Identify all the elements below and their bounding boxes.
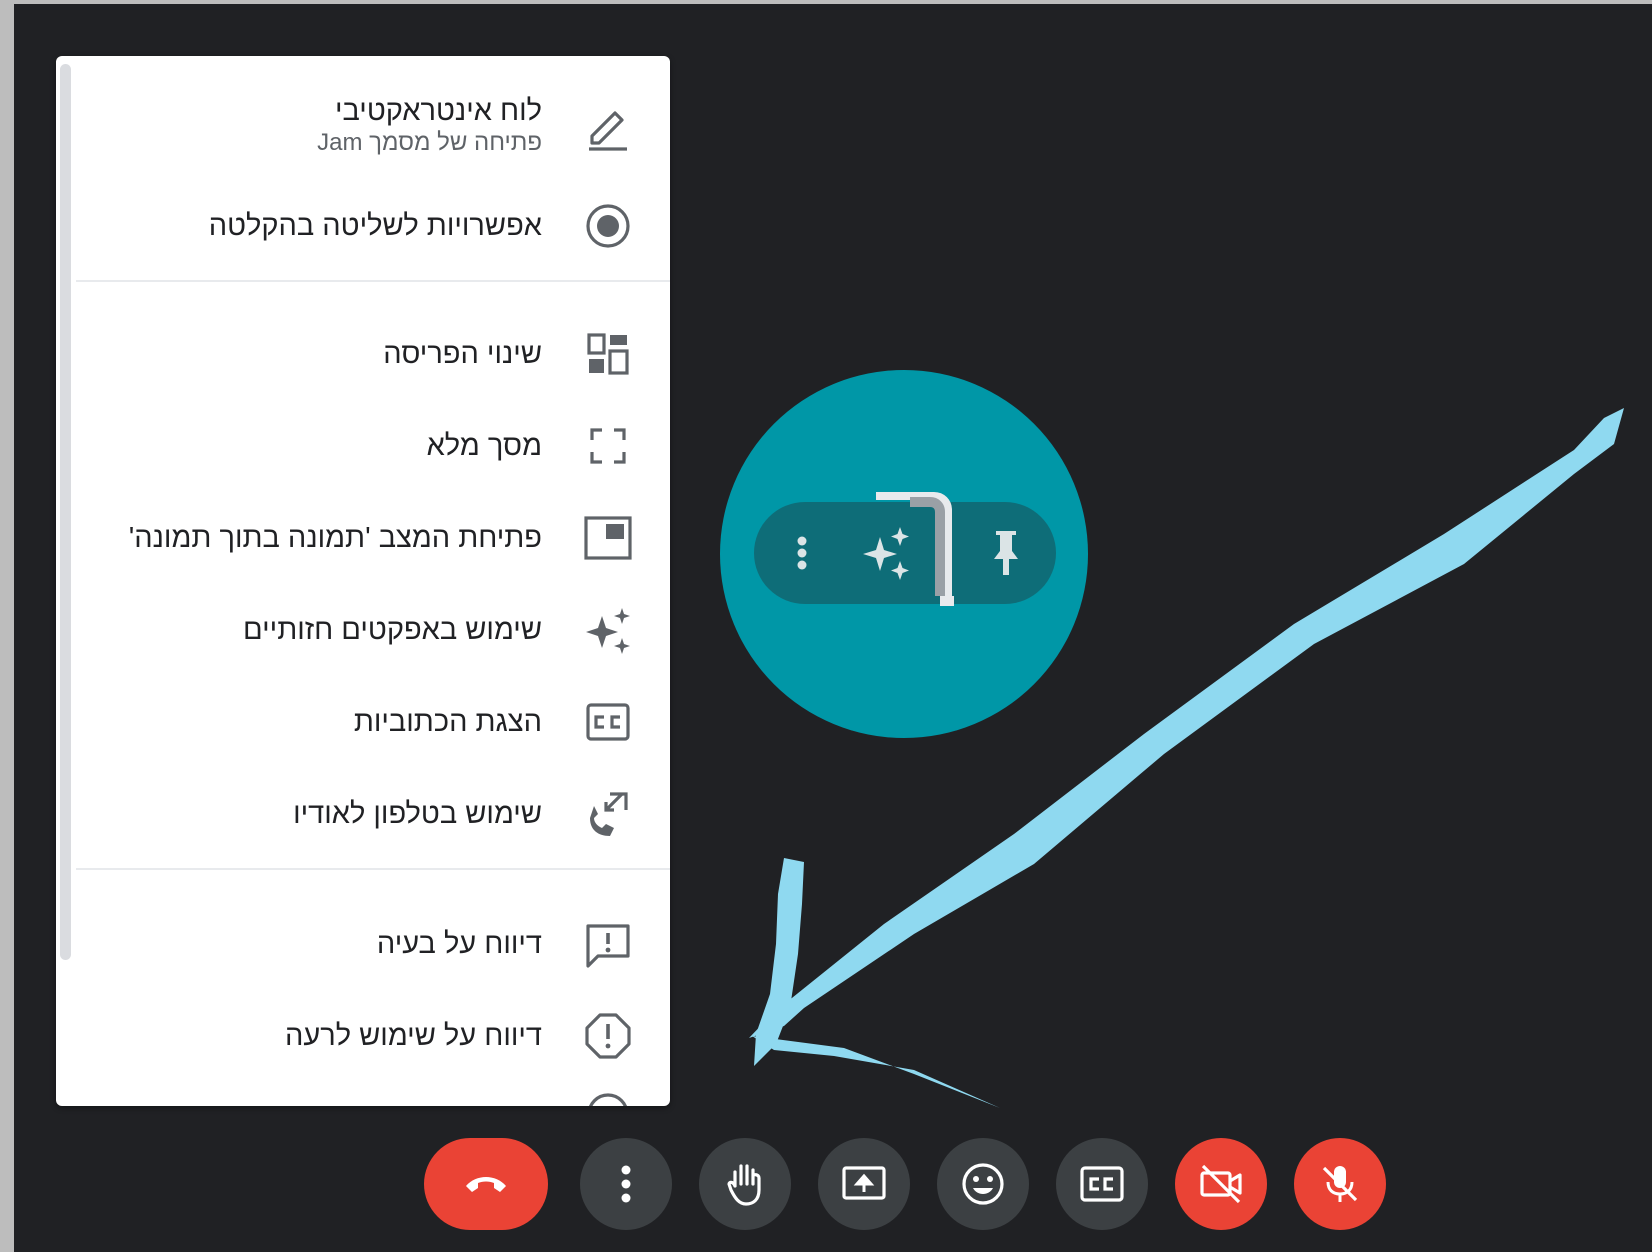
present-screen-button[interactable] (818, 1138, 910, 1230)
menu-item-report-abuse[interactable]: דיווח על שימוש לרעה (56, 990, 670, 1082)
pin-icon (994, 531, 1018, 575)
menu-item-visual-effects[interactable]: שימוש באפקטים חזותיים (56, 584, 670, 676)
more-options-menu: לוח אינטראקטיבי פתיחה של מסמך Jam אפשרוי… (56, 56, 670, 1106)
menu-item-phone-audio[interactable]: שימוש בטלפון לאודיו (56, 768, 670, 860)
call-end-icon (466, 1177, 506, 1192)
fullscreen-icon (582, 420, 634, 472)
closed-captions-icon (582, 696, 634, 748)
menu-item-label: פתיחת המצב 'תמונה בתוך תמונה' (128, 522, 542, 554)
menu-item-label: מסך מלא (426, 430, 542, 462)
menu-item-label: אפשרויות לשליטה בהקלטה (208, 210, 542, 242)
menu-item-picture-in-picture[interactable]: פתיחת המצב 'תמונה בתוך תמונה' (56, 492, 670, 584)
camera-toggle-button[interactable] (1175, 1138, 1267, 1230)
menu-item-whiteboard[interactable]: לוח אינטראקטיבי פתיחה של מסמך Jam (56, 74, 670, 178)
menu-item-report-problem[interactable]: דיווח על בעיה (56, 898, 670, 990)
participant-pin-button[interactable] (972, 519, 1040, 587)
cursor-overlay-icon (876, 492, 954, 606)
closed-captions-icon (1080, 1166, 1124, 1202)
participant-more-button[interactable] (768, 519, 836, 587)
sparkle-icon (582, 604, 634, 656)
more-vert-icon (621, 1165, 631, 1203)
menu-item-fullscreen[interactable]: מסך מלא (56, 400, 670, 492)
present-screen-icon (842, 1166, 886, 1200)
menu-item-label: הצגת הכתוביות (353, 706, 542, 738)
menu-item-partial-icon (582, 1088, 634, 1106)
menu-item-layout[interactable]: שינוי הפריסה (56, 308, 670, 400)
menu-item-label: שימוש באפקטים חזותיים (243, 614, 542, 646)
more-vert-icon (797, 536, 807, 570)
raise-hand-button[interactable] (699, 1138, 791, 1230)
pencil-icon (582, 100, 634, 152)
feedback-icon (582, 918, 634, 970)
reactions-button[interactable] (937, 1138, 1029, 1230)
picture-in-picture-icon (582, 512, 634, 564)
menu-item-captions[interactable]: הצגת הכתוביות (56, 676, 670, 768)
emoji-icon (962, 1163, 1004, 1205)
captions-button[interactable] (1056, 1138, 1148, 1230)
record-icon (582, 200, 634, 252)
menu-divider (76, 280, 670, 282)
more-options-button[interactable] (580, 1138, 672, 1230)
microphone-toggle-button[interactable] (1294, 1138, 1386, 1230)
menu-divider (76, 868, 670, 870)
menu-item-label: שינוי הפריסה (383, 338, 542, 370)
menu-item-label: דיווח על בעיה (376, 928, 542, 960)
menu-item-label: דיווח על שימוש לרעה (284, 1020, 542, 1052)
menu-item-sublabel: פתיחה של מסמך Jam (317, 129, 542, 156)
menu-item-label: שימוש בטלפון לאודיו (293, 798, 542, 830)
call-controls-bar (14, 1138, 1652, 1230)
menu-item-recording[interactable]: אפשרויות לשליטה בהקלטה (56, 180, 670, 272)
meet-screen: לוח אינטראקטיבי פתיחה של מסמך Jam אפשרוי… (14, 4, 1652, 1252)
mic-off-icon (1322, 1166, 1358, 1202)
end-call-button[interactable] (424, 1138, 548, 1230)
menu-item-label: לוח אינטראקטיבי פתיחה של מסמך Jam (317, 95, 542, 156)
layout-icon (582, 328, 634, 380)
phone-audio-icon (582, 788, 634, 840)
camera-off-icon (1200, 1164, 1242, 1204)
hand-icon (727, 1164, 761, 1206)
report-icon (582, 1010, 634, 1062)
